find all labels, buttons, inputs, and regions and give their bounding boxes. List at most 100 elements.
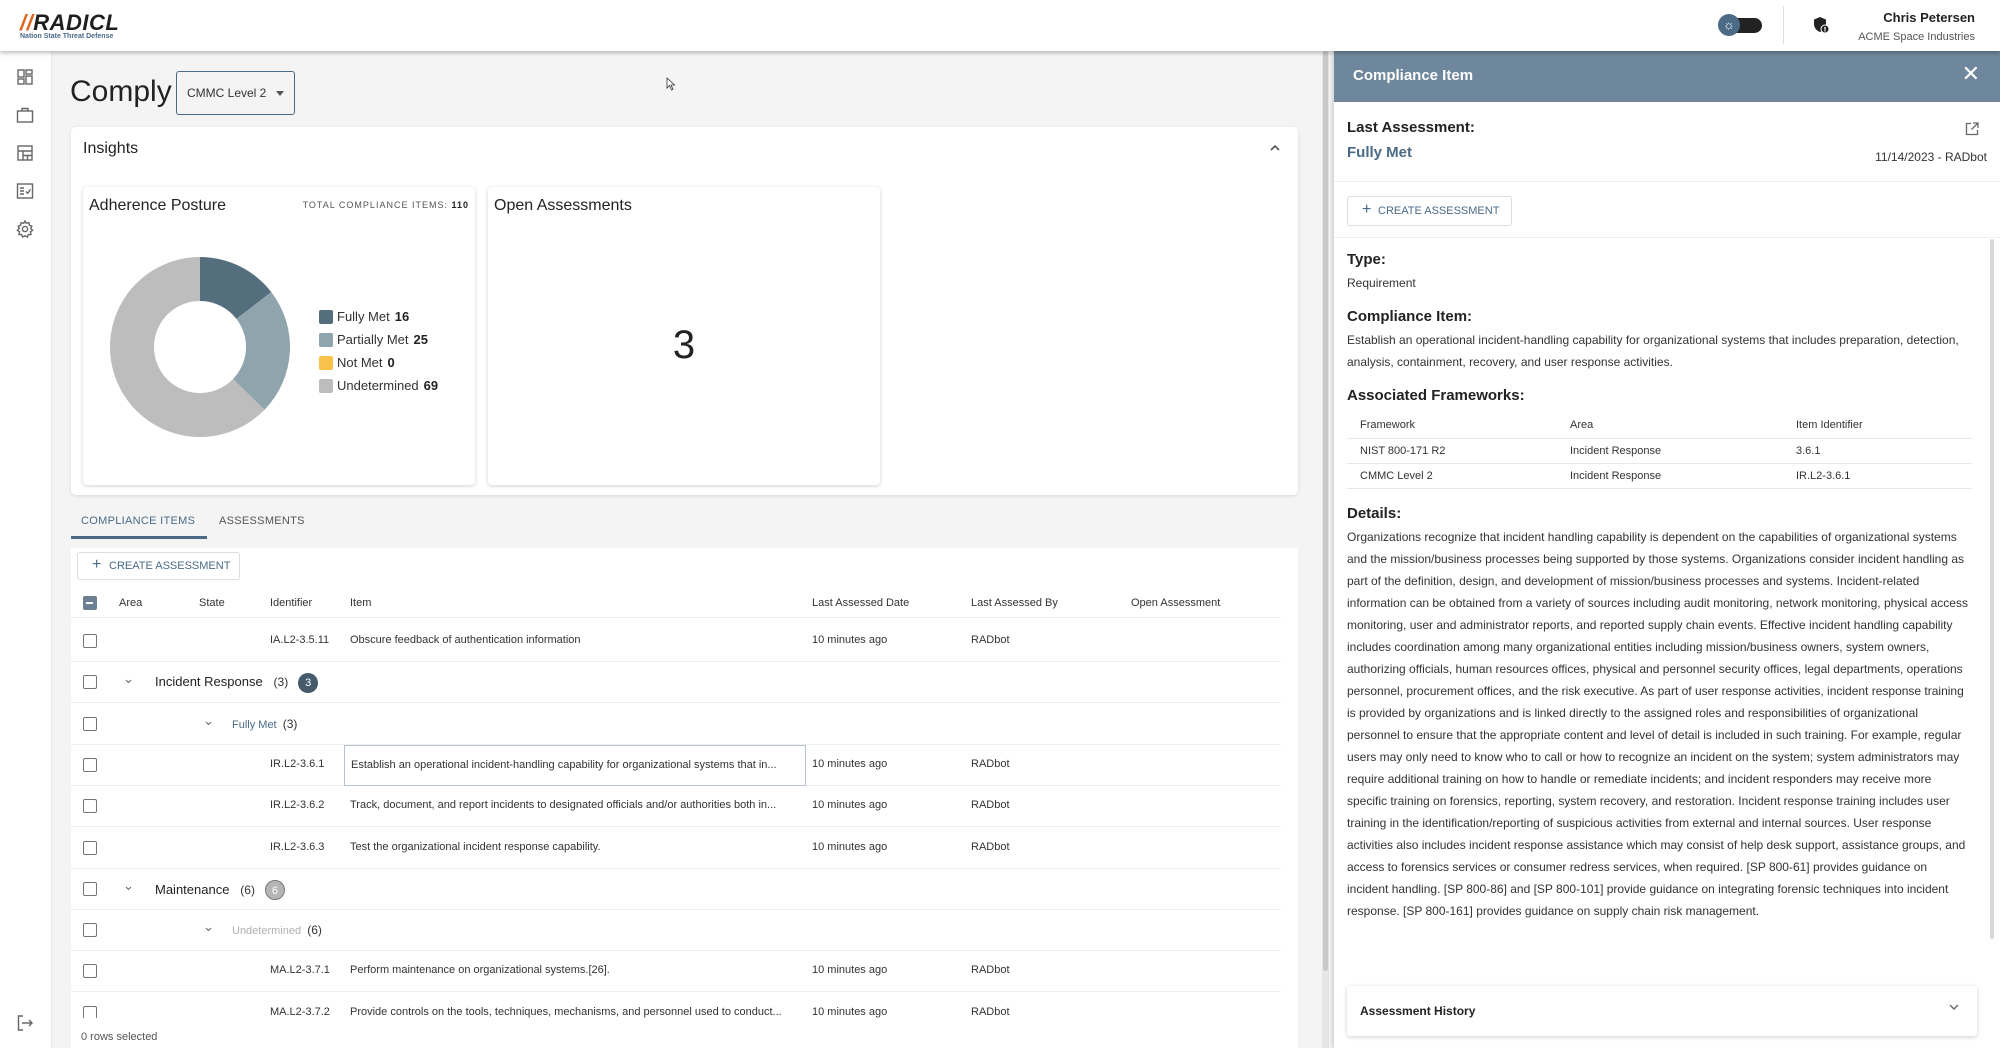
- item-description[interactable]: Track, document, and report incidents to…: [350, 799, 795, 811]
- panel-body: Type: Requirement Compliance Item: Estab…: [1334, 239, 1984, 979]
- legend-label: Fully Met: [337, 309, 390, 324]
- row-checkbox[interactable]: [83, 1005, 97, 1018]
- select-all-checkbox[interactable]: [83, 596, 97, 610]
- group-area-label: Incident Response: [155, 674, 263, 690]
- legend-item-undetermined[interactable]: Undetermined 69: [319, 374, 438, 397]
- logout-icon[interactable]: [15, 1013, 35, 1033]
- panel-scrollbar[interactable]: [1990, 239, 1994, 939]
- row-checkbox[interactable]: [83, 716, 97, 731]
- compliance-item-text: Establish an operational incident-handli…: [1347, 333, 1959, 369]
- legend-item-not-met[interactable]: Not Met 0: [319, 351, 438, 374]
- chevron-down-icon[interactable]: [204, 719, 213, 728]
- chevron-down-icon[interactable]: [124, 884, 133, 893]
- row-checkbox[interactable]: [83, 799, 97, 814]
- item-description[interactable]: Obscure feedback of authentication infor…: [350, 634, 795, 646]
- column-open-assessment[interactable]: Open Assessment: [1131, 597, 1220, 609]
- main-scrollbar-thumb[interactable]: [1323, 51, 1328, 971]
- user-name: Chris Petersen: [1883, 10, 1975, 25]
- last-assessed-date: 10 minutes ago: [812, 757, 888, 770]
- state-label: Fully Met: [232, 718, 277, 731]
- dashboard-icon[interactable]: [15, 67, 35, 87]
- row-checkbox[interactable]: [83, 675, 97, 690]
- column-item[interactable]: Item: [350, 597, 371, 609]
- insights-panel: Insights Adherence Posture TOTAL COMPLIA…: [71, 127, 1298, 495]
- last-assessed-date: 10 minutes ago: [812, 799, 888, 812]
- last-assessment-value: Fully Met: [1347, 144, 1413, 161]
- adherence-donut-chart: [110, 257, 290, 437]
- create-assessment-button[interactable]: + CREATE ASSESSMENT: [77, 552, 240, 580]
- mouse-cursor-icon: [666, 77, 676, 91]
- item-description[interactable]: Establish an operational incident-handli…: [344, 744, 806, 786]
- table-row[interactable]: IA.L2-3.5.11 Obscure feedback of authenti…: [71, 621, 1281, 662]
- assessment-history-accordion[interactable]: Assessment History: [1347, 986, 1977, 1036]
- item-description[interactable]: Test the organizational incident respons…: [350, 841, 795, 853]
- item-identifier: MA.L2-3.7.2: [270, 1005, 330, 1018]
- framework-select[interactable]: CMMC Level 2: [176, 71, 295, 115]
- column-last-assessed-date[interactable]: Last Assessed Date: [812, 597, 909, 609]
- adherence-posture-card: Adherence Posture TOTAL COMPLIANCE ITEMS…: [83, 187, 475, 485]
- table-row[interactable]: IR.L2-3.6.3 Test the organizational incid…: [71, 828, 1281, 869]
- open-assessments-count: 3: [672, 323, 696, 367]
- table-state-row[interactable]: Undetermined (6): [71, 910, 1281, 952]
- column-state[interactable]: State: [199, 597, 225, 609]
- checklist-icon[interactable]: [15, 181, 35, 201]
- fw-column-framework: Framework: [1347, 412, 1557, 439]
- fw-identifier: 3.6.1: [1783, 438, 1972, 464]
- chevron-up-icon[interactable]: [1266, 139, 1284, 157]
- open-assessments-card[interactable]: Open Assessments 3: [488, 187, 880, 485]
- open-assessments-title: Open Assessments: [494, 197, 632, 214]
- column-area[interactable]: Area: [119, 597, 142, 609]
- table-group-row[interactable]: Incident Response (3) 3: [71, 662, 1281, 704]
- group-count: (6): [240, 882, 255, 897]
- open-external-icon[interactable]: [1964, 121, 1980, 137]
- row-checkbox[interactable]: [83, 757, 97, 772]
- chevron-down-icon[interactable]: [204, 925, 213, 934]
- column-identifier[interactable]: Identifier: [270, 597, 312, 609]
- tab-compliance-items[interactable]: COMPLIANCE ITEMS: [71, 501, 207, 539]
- item-description[interactable]: Provide controls on the tools, technique…: [350, 1006, 795, 1018]
- legend-label: Not Met: [337, 355, 383, 370]
- briefcase-icon[interactable]: [15, 105, 35, 125]
- user-org: ACME Space Industries: [1858, 31, 1975, 43]
- table-layout-icon[interactable]: [15, 143, 35, 163]
- total-compliance-items: TOTAL COMPLIANCE ITEMS: 110: [303, 200, 469, 210]
- table-state-row[interactable]: Fully Met (3): [71, 704, 1281, 745]
- table-group-row[interactable]: Maintenance (6) 6: [71, 869, 1281, 910]
- insights-title: Insights: [83, 140, 139, 157]
- page-title: Comply: [70, 75, 172, 108]
- framework-row: CMMC Level 2 Incident Response IR.L2-3.6…: [1347, 463, 1972, 489]
- legend-item-fully-met[interactable]: Fully Met 16: [319, 305, 438, 328]
- main-scrollbar[interactable]: [1322, 51, 1329, 1048]
- chevron-down-icon[interactable]: [124, 677, 133, 686]
- total-value: 110: [451, 200, 469, 210]
- tab-assessments[interactable]: ASSESSMENTS: [219, 501, 305, 539]
- logo[interactable]: //RADICL Nation State Threat Defense: [20, 12, 119, 41]
- framework-select-value: CMMC Level 2: [187, 86, 267, 100]
- item-identifier: MA.L2-3.7.1: [270, 964, 330, 977]
- legend-item-partially-met[interactable]: Partially Met 25: [319, 328, 438, 351]
- close-icon[interactable]: ✕: [1962, 62, 1980, 86]
- table-row[interactable]: MA.L2-3.7.2 Provide controls on the tools…: [71, 993, 1281, 1018]
- theme-toggle[interactable]: ☼: [1718, 14, 1762, 36]
- shield-alert-icon[interactable]: [1812, 16, 1830, 34]
- row-checkbox[interactable]: [83, 881, 97, 896]
- column-last-assessed-by[interactable]: Last Assessed By: [971, 597, 1058, 609]
- item-description[interactable]: Perform maintenance on organizational sy…: [350, 964, 795, 976]
- chevron-down-icon: [1949, 1004, 1959, 1010]
- row-checkbox[interactable]: [83, 840, 97, 855]
- table-row[interactable]: IR.L2-3.6.2 Track, document, and report i…: [71, 786, 1281, 828]
- table-row[interactable]: IR.L2-3.6.1 Establish an operational inci…: [71, 744, 1281, 786]
- compliance-items-table: + CREATE ASSESSMENT Area State Identifie…: [71, 548, 1298, 1048]
- gear-icon[interactable]: [15, 219, 35, 239]
- row-checkbox[interactable]: [83, 964, 97, 979]
- table-row[interactable]: MA.L2-3.7.1 Perform maintenance on organi…: [71, 951, 1281, 993]
- last-assessed-date: 10 minutes ago: [812, 964, 888, 977]
- panel-header: Compliance Item ✕: [1334, 51, 2000, 102]
- panel-create-assessment-button[interactable]: + CREATE ASSESSMENT: [1347, 196, 1512, 226]
- row-checkbox[interactable]: [83, 634, 97, 648]
- legend-swatch: [319, 355, 333, 370]
- row-checkbox[interactable]: [83, 923, 97, 938]
- top-bar: //RADICL Nation State Threat Defense ☼ C…: [0, 0, 2000, 51]
- user-menu[interactable]: Chris Petersen ACME Space Industries: [1858, 10, 1975, 43]
- create-assessment-label: CREATE ASSESSMENT: [109, 560, 231, 572]
